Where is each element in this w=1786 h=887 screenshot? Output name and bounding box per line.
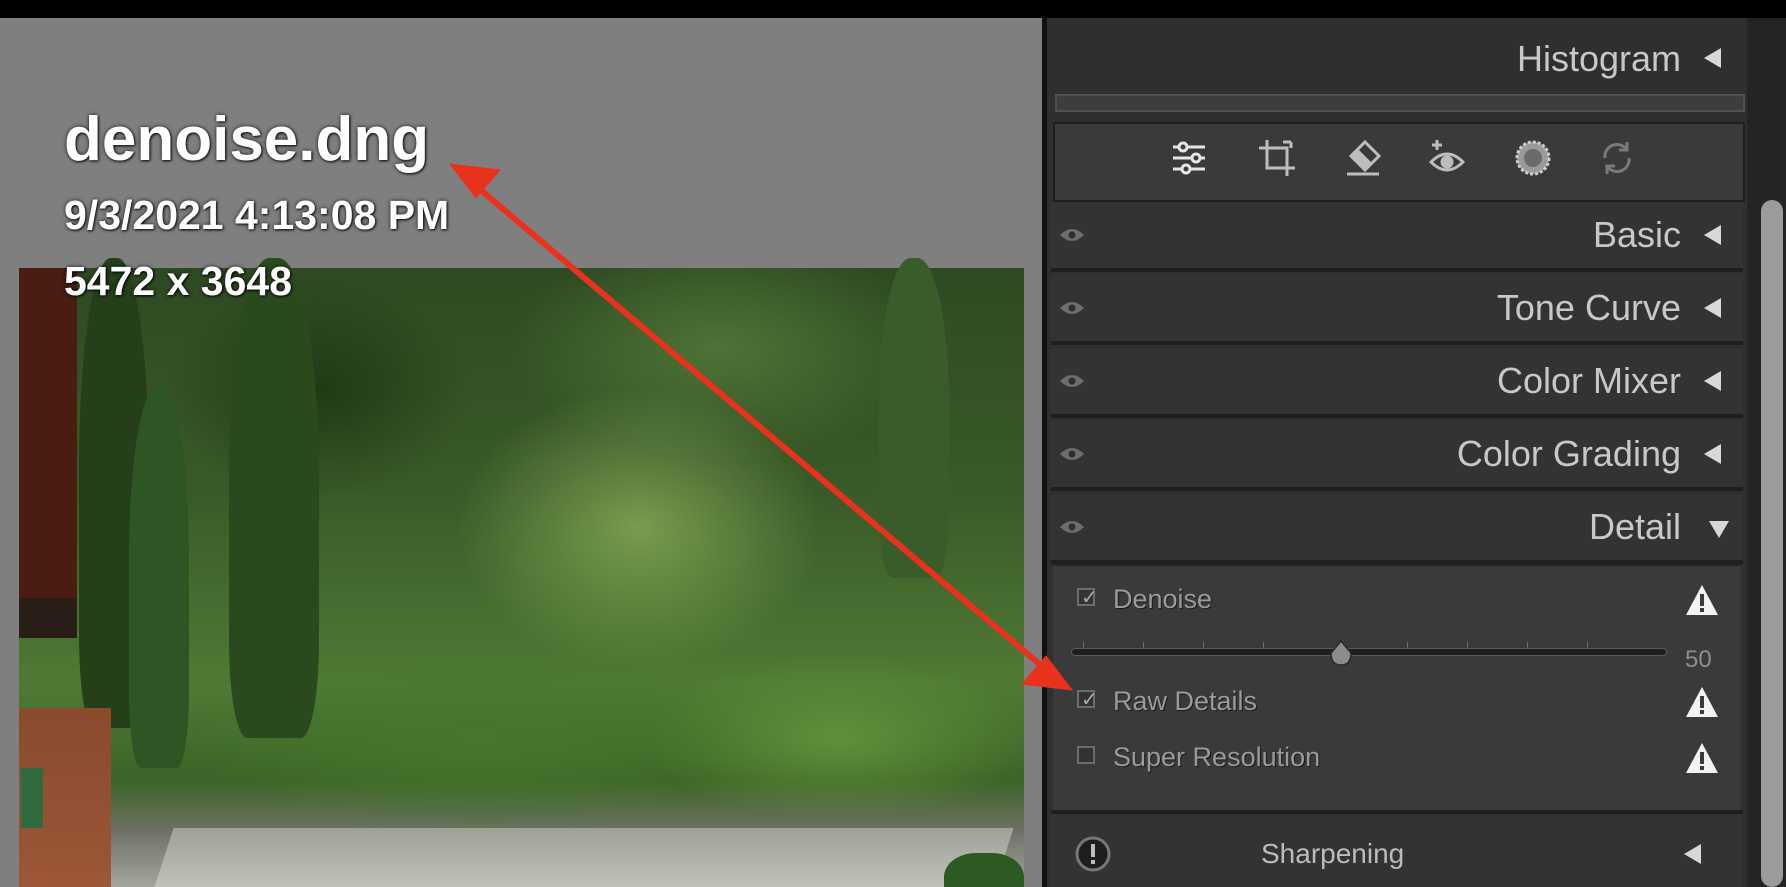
- tree-shape: [129, 388, 189, 768]
- section-title: Sharpening: [1261, 838, 1405, 869]
- section-title: Basic: [1592, 214, 1681, 255]
- warning-icon[interactable]: [1685, 686, 1719, 718]
- raw-details-checkbox[interactable]: ✓: [1077, 687, 1098, 711]
- section-title: Tone Curve: [1496, 287, 1681, 328]
- alert-icon[interactable]: [1075, 836, 1111, 872]
- slider-tick: [1203, 642, 1204, 648]
- tree-shape: [229, 258, 319, 738]
- denoise-label: Denoise: [1113, 584, 1213, 614]
- warning-icon[interactable]: [1685, 742, 1719, 774]
- visibility-eye-icon[interactable]: [1059, 445, 1085, 463]
- tree-shape: [879, 258, 949, 578]
- section-basic[interactable]: Basic: [1051, 202, 1743, 272]
- warning-icon[interactable]: [1685, 584, 1719, 616]
- slider-tick: [1467, 642, 1468, 648]
- chair: [21, 768, 43, 828]
- denoise-checkbox[interactable]: ✓: [1077, 585, 1098, 609]
- histogram-header[interactable]: Histogram: [1051, 18, 1743, 92]
- capture-date: 9/3/2021 4:13:08 PM: [64, 192, 450, 238]
- image-preview-area: denoise.dng 9/3/2021 4:13:08 PM 5472 x 3…: [0, 18, 1042, 887]
- section-color-mixer[interactable]: Color Mixer: [1051, 348, 1743, 418]
- section-title: Color Mixer: [1496, 360, 1681, 401]
- develop-panel: Histogram Basic Tone Curve Color Mixer C…: [1047, 18, 1747, 887]
- section-color-grading[interactable]: Color Grading: [1051, 421, 1743, 491]
- collapse-triangle-icon[interactable]: [1704, 48, 1721, 68]
- slider-tick: [1143, 642, 1144, 648]
- masking-icon[interactable]: [1511, 136, 1555, 180]
- house-wall-shadow: [19, 598, 77, 638]
- slider-tick: [1407, 642, 1408, 648]
- slider-tick: [1527, 642, 1528, 648]
- raw-details-label: Raw Details: [1113, 686, 1258, 716]
- image-dimensions: 5472 x 3648: [64, 258, 293, 304]
- collapse-triangle-icon[interactable]: [1709, 521, 1729, 538]
- visibility-eye-icon[interactable]: [1059, 226, 1085, 244]
- detail-section-body: ✓ Denoise 50 ✓ Raw Details Super Resolut…: [1053, 564, 1741, 812]
- presets-sync-icon[interactable]: [1595, 136, 1639, 180]
- edit-sliders-icon[interactable]: [1167, 136, 1211, 180]
- red-eye-icon[interactable]: [1425, 136, 1469, 180]
- eraser-icon[interactable]: [1341, 136, 1385, 180]
- hedge: [944, 853, 1024, 887]
- denoise-slider-thumb[interactable]: [1329, 640, 1353, 666]
- file-name: denoise.dng: [64, 105, 430, 174]
- histogram-display: [1055, 94, 1745, 112]
- section-sharpening[interactable]: Sharpening: [1051, 810, 1743, 887]
- section-detail[interactable]: Detail: [1051, 494, 1743, 564]
- panel-scrollbar-thumb[interactable]: [1761, 200, 1783, 887]
- section-tone-curve[interactable]: Tone Curve: [1051, 275, 1743, 345]
- visibility-eye-icon[interactable]: [1059, 372, 1085, 390]
- expand-triangle-icon[interactable]: [1704, 444, 1721, 464]
- section-title: Detail: [1588, 506, 1681, 547]
- denoise-value[interactable]: 50: [1685, 646, 1712, 674]
- slider-tick: [1587, 642, 1588, 648]
- photo-preview: [19, 258, 1024, 887]
- expand-triangle-icon[interactable]: [1684, 844, 1701, 864]
- slider-tick: [1263, 642, 1264, 648]
- super-resolution-checkbox[interactable]: [1077, 746, 1095, 764]
- house-wall: [19, 268, 77, 598]
- tool-strip: [1053, 122, 1745, 294]
- visibility-eye-icon[interactable]: [1059, 299, 1085, 317]
- expand-triangle-icon[interactable]: [1704, 225, 1721, 245]
- expand-triangle-icon[interactable]: [1704, 298, 1721, 318]
- section-title: Color Grading: [1456, 433, 1681, 474]
- super-resolution-label: Super Resolution: [1113, 742, 1321, 772]
- slider-tick: [1083, 642, 1084, 648]
- visibility-eye-icon[interactable]: [1059, 518, 1085, 536]
- denoise-slider-track[interactable]: [1071, 648, 1667, 656]
- crop-icon[interactable]: [1255, 136, 1299, 180]
- road: [144, 828, 1014, 887]
- histogram-title: Histogram: [1516, 38, 1681, 79]
- expand-triangle-icon[interactable]: [1704, 371, 1721, 391]
